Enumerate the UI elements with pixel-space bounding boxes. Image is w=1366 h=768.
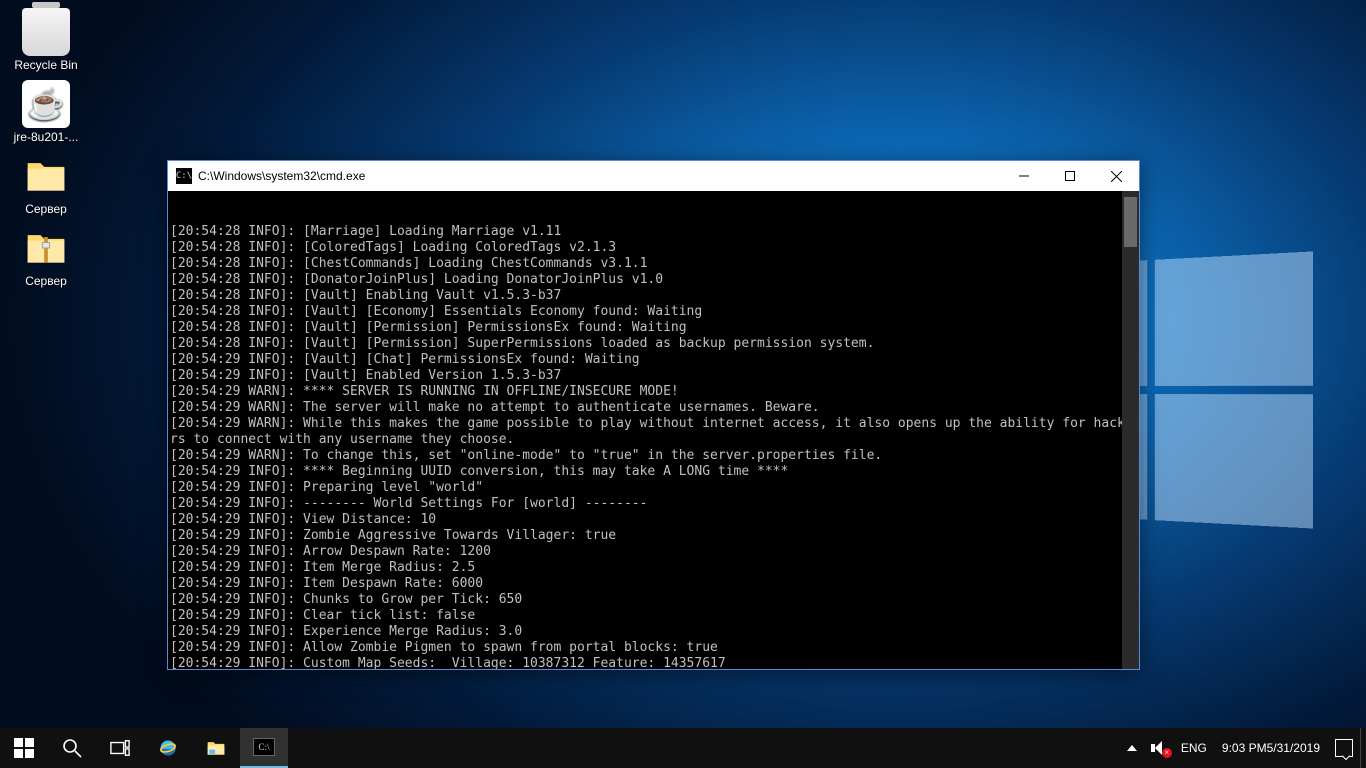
console-line: [20:54:29 INFO]: Zombie Aggressive Towar… <box>170 528 1137 544</box>
cmd-titlebar[interactable]: C:\ C:\Windows\system32\cmd.exe <box>168 161 1139 191</box>
console-line: [20:54:28 INFO]: [Marriage] Loading Marr… <box>170 224 1137 240</box>
console-line: [20:54:29 INFO]: Experience Merge Radius… <box>170 624 1137 640</box>
console-line: [20:54:28 INFO]: [Vault] Enabling Vault … <box>170 288 1137 304</box>
tray-overflow-button[interactable] <box>1120 728 1144 768</box>
console-line: [20:54:29 INFO]: Arrow Despawn Rate: 120… <box>170 544 1137 560</box>
desktop-icon-label: Recycle Bin <box>8 58 84 72</box>
scrollbar[interactable] <box>1122 191 1139 669</box>
cmd-icon: C:\ <box>176 168 192 184</box>
console-line: [20:54:29 WARN]: While this makes the ga… <box>170 416 1137 448</box>
desktop-icon-server-archive[interactable]: Сервер <box>8 224 84 288</box>
desktop-icon-label: Сервер <box>8 202 84 216</box>
console-line: [20:54:29 INFO]: -------- World Settings… <box>170 496 1137 512</box>
cmd-taskbar-button[interactable]: C:\ <box>240 728 288 768</box>
clock-date: 5/31/2019 <box>1267 741 1320 755</box>
chevron-up-icon <box>1127 745 1137 751</box>
console-line: [20:54:29 INFO]: Allow Zombie Pigmen to … <box>170 640 1137 656</box>
minimize-button[interactable] <box>1001 161 1047 191</box>
desktop-icon-recycle-bin[interactable]: Recycle Bin <box>8 8 84 72</box>
console-line: [20:54:29 WARN]: **** SERVER IS RUNNING … <box>170 384 1137 400</box>
search-button[interactable] <box>48 728 96 768</box>
console-line: [20:54:29 INFO]: [Vault] Enabled Version… <box>170 368 1137 384</box>
console-line: [20:54:29 WARN]: The server will make no… <box>170 400 1137 416</box>
console-line: [20:54:28 INFO]: [DonatorJoinPlus] Loadi… <box>170 272 1137 288</box>
system-tray: × ENG 9:03 PM 5/31/2019 <box>1120 728 1366 768</box>
folder-icon <box>22 152 70 200</box>
notifications-icon <box>1335 739 1353 757</box>
console-line: [20:54:29 INFO]: Chunks to Grow per Tick… <box>170 592 1137 608</box>
console-line: [20:54:28 INFO]: [ChestCommands] Loading… <box>170 256 1137 272</box>
console-line: [20:54:29 INFO]: Preparing level "world" <box>170 480 1137 496</box>
console-line: [20:54:28 INFO]: [Vault] [Permission] Su… <box>170 336 1137 352</box>
close-button[interactable] <box>1093 161 1139 191</box>
taskview-button[interactable] <box>96 728 144 768</box>
console-line: [20:54:29 INFO]: Custom Map Seeds: Villa… <box>170 656 1137 669</box>
maximize-button[interactable] <box>1047 161 1093 191</box>
show-desktop-button[interactable] <box>1360 728 1366 768</box>
cmd-window[interactable]: C:\ C:\Windows\system32\cmd.exe [20:54:2… <box>167 160 1140 670</box>
clock[interactable]: 9:03 PM 5/31/2019 <box>1214 728 1328 768</box>
desktop-icon-label: Сервер <box>8 274 84 288</box>
language-button[interactable]: ENG <box>1174 728 1214 768</box>
console-line: [20:54:29 INFO]: [Vault] [Chat] Permissi… <box>170 352 1137 368</box>
scroll-thumb[interactable] <box>1124 197 1137 247</box>
console-line: [20:54:28 INFO]: [ColoredTags] Loading C… <box>170 240 1137 256</box>
console-line: [20:54:28 INFO]: [Vault] [Permission] Pe… <box>170 320 1137 336</box>
start-button[interactable] <box>0 728 48 768</box>
console-line: [20:54:29 WARN]: To change this, set "on… <box>170 448 1137 464</box>
console-line: [20:54:29 INFO]: View Distance: 10 <box>170 512 1137 528</box>
console-line: [20:54:28 INFO]: [Vault] [Economy] Essen… <box>170 304 1137 320</box>
desktop-icon-label: jre-8u201-... <box>8 130 84 144</box>
desktop-icon-server-folder-1[interactable]: Сервер <box>8 152 84 216</box>
console-line: [20:54:29 INFO]: Clear tick list: false <box>170 608 1137 624</box>
notifications-button[interactable] <box>1328 728 1360 768</box>
explorer-button[interactable] <box>192 728 240 768</box>
clock-time: 9:03 PM <box>1222 741 1267 755</box>
volume-icon: × <box>1151 740 1167 756</box>
java-icon: ☕ <box>22 80 70 128</box>
cmd-console[interactable]: [20:54:28 INFO]: [Marriage] Loading Marr… <box>168 191 1139 669</box>
cmd-title: C:\Windows\system32\cmd.exe <box>198 169 1001 183</box>
console-line: [20:54:29 INFO]: Item Merge Radius: 2.5 <box>170 560 1137 576</box>
console-line: [20:54:29 INFO]: Item Despawn Rate: 6000 <box>170 576 1137 592</box>
ie-button[interactable] <box>144 728 192 768</box>
volume-button[interactable]: × <box>1144 728 1174 768</box>
console-line: [20:54:29 INFO]: **** Beginning UUID con… <box>170 464 1137 480</box>
taskbar: C:\ × ENG 9:03 PM 5/31/2019 <box>0 728 1366 768</box>
desktop-icon-jre-installer[interactable]: ☕ jre-8u201-... <box>8 80 84 144</box>
desktop[interactable]: Recycle Bin ☕ jre-8u201-... Сервер Сервер C:… <box>0 0 1366 768</box>
zip-folder-icon <box>22 224 70 272</box>
recycle-bin-icon <box>22 8 70 56</box>
